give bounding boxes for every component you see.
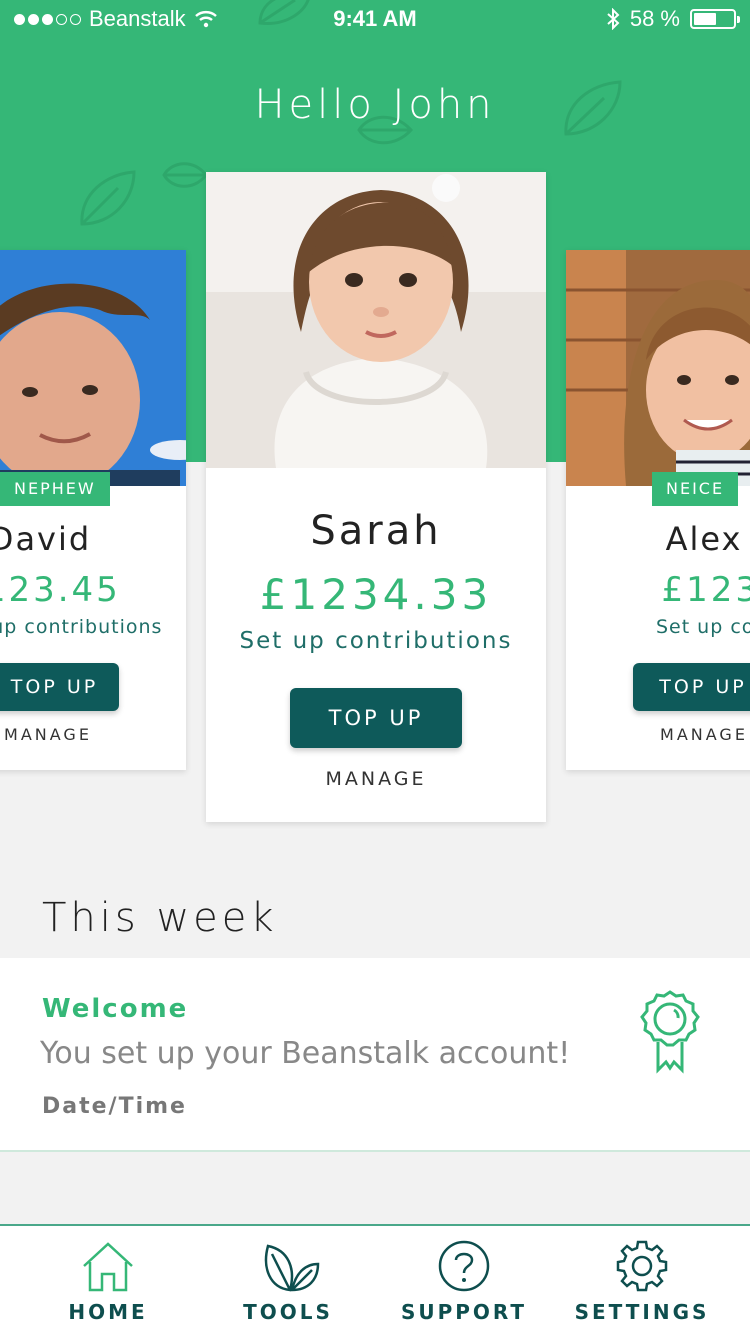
child-name: David [0, 520, 92, 558]
battery-percentage: 58 % [629, 6, 680, 31]
child-card-david[interactable]: NEPHEW David £123.45 Set up contribution… [0, 250, 186, 770]
top-up-button[interactable]: TOP UP [290, 688, 462, 748]
manage-link[interactable]: MANAGE [0, 725, 146, 744]
child-photo [566, 250, 750, 486]
relation-badge: NEICE [652, 472, 739, 506]
leaf-decoration-icon [80, 170, 136, 226]
gear-icon [616, 1240, 668, 1292]
leaf-decoration-icon [162, 162, 208, 188]
question-circle-icon [438, 1240, 490, 1292]
child-name: Sarah [310, 508, 442, 554]
tab-label: HOME [68, 1300, 148, 1324]
child-photo [206, 172, 546, 468]
setup-contributions-link[interactable]: Set up contributions [206, 628, 546, 654]
child-balance: £1234.33 [259, 570, 493, 619]
activity-title: Welcome [42, 994, 189, 1024]
tab-label: SETTINGS [574, 1300, 710, 1324]
tab-bar: HOME TOOLS SUPPORT SETTINGS [0, 1224, 750, 1334]
award-icon [640, 990, 700, 1074]
activity-item[interactable]: Welcome You set up your Beanstalk accoun… [0, 958, 750, 1152]
greeting-title: Hello John [254, 82, 496, 128]
activity-description: You set up your Beanstalk account! [40, 1036, 571, 1071]
tab-tools[interactable]: TOOLS [198, 1226, 378, 1334]
battery-icon [690, 9, 740, 29]
child-name: Alex [665, 520, 743, 558]
tab-label: SUPPORT [400, 1300, 528, 1324]
home-icon [83, 1242, 133, 1292]
top-up-button[interactable]: TOP UP [633, 663, 750, 711]
activity-datetime: Date/Time [42, 1094, 187, 1119]
relation-badge: NEPHEW [0, 472, 110, 506]
status-bar: Beanstalk 9:41 AM 58 % [0, 0, 750, 40]
tab-home[interactable]: HOME [18, 1226, 198, 1334]
child-card-sarah[interactable]: Sarah £1234.33 Set up contributions TOP … [206, 172, 546, 822]
child-card-alex[interactable]: NEICE Alex £123.4 Set up contrib TOP UP … [566, 250, 750, 770]
setup-contributions-link[interactable]: Set up contributions [0, 616, 161, 638]
child-balance: £123.4 [661, 570, 750, 610]
child-photo [0, 250, 186, 486]
manage-link[interactable]: MANAGE [606, 725, 750, 744]
section-title-this-week: This week [42, 895, 278, 941]
bluetooth-icon [607, 8, 620, 30]
child-balance: £123.45 [0, 570, 121, 610]
tab-settings[interactable]: SETTINGS [552, 1226, 732, 1334]
top-up-button[interactable]: TOP UP [0, 663, 119, 711]
setup-contributions-link[interactable]: Set up contrib [632, 616, 750, 638]
tab-support[interactable]: SUPPORT [374, 1226, 554, 1334]
manage-link[interactable]: MANAGE [206, 768, 546, 790]
leaves-icon [264, 1244, 320, 1292]
tab-label: TOOLS [243, 1300, 333, 1324]
